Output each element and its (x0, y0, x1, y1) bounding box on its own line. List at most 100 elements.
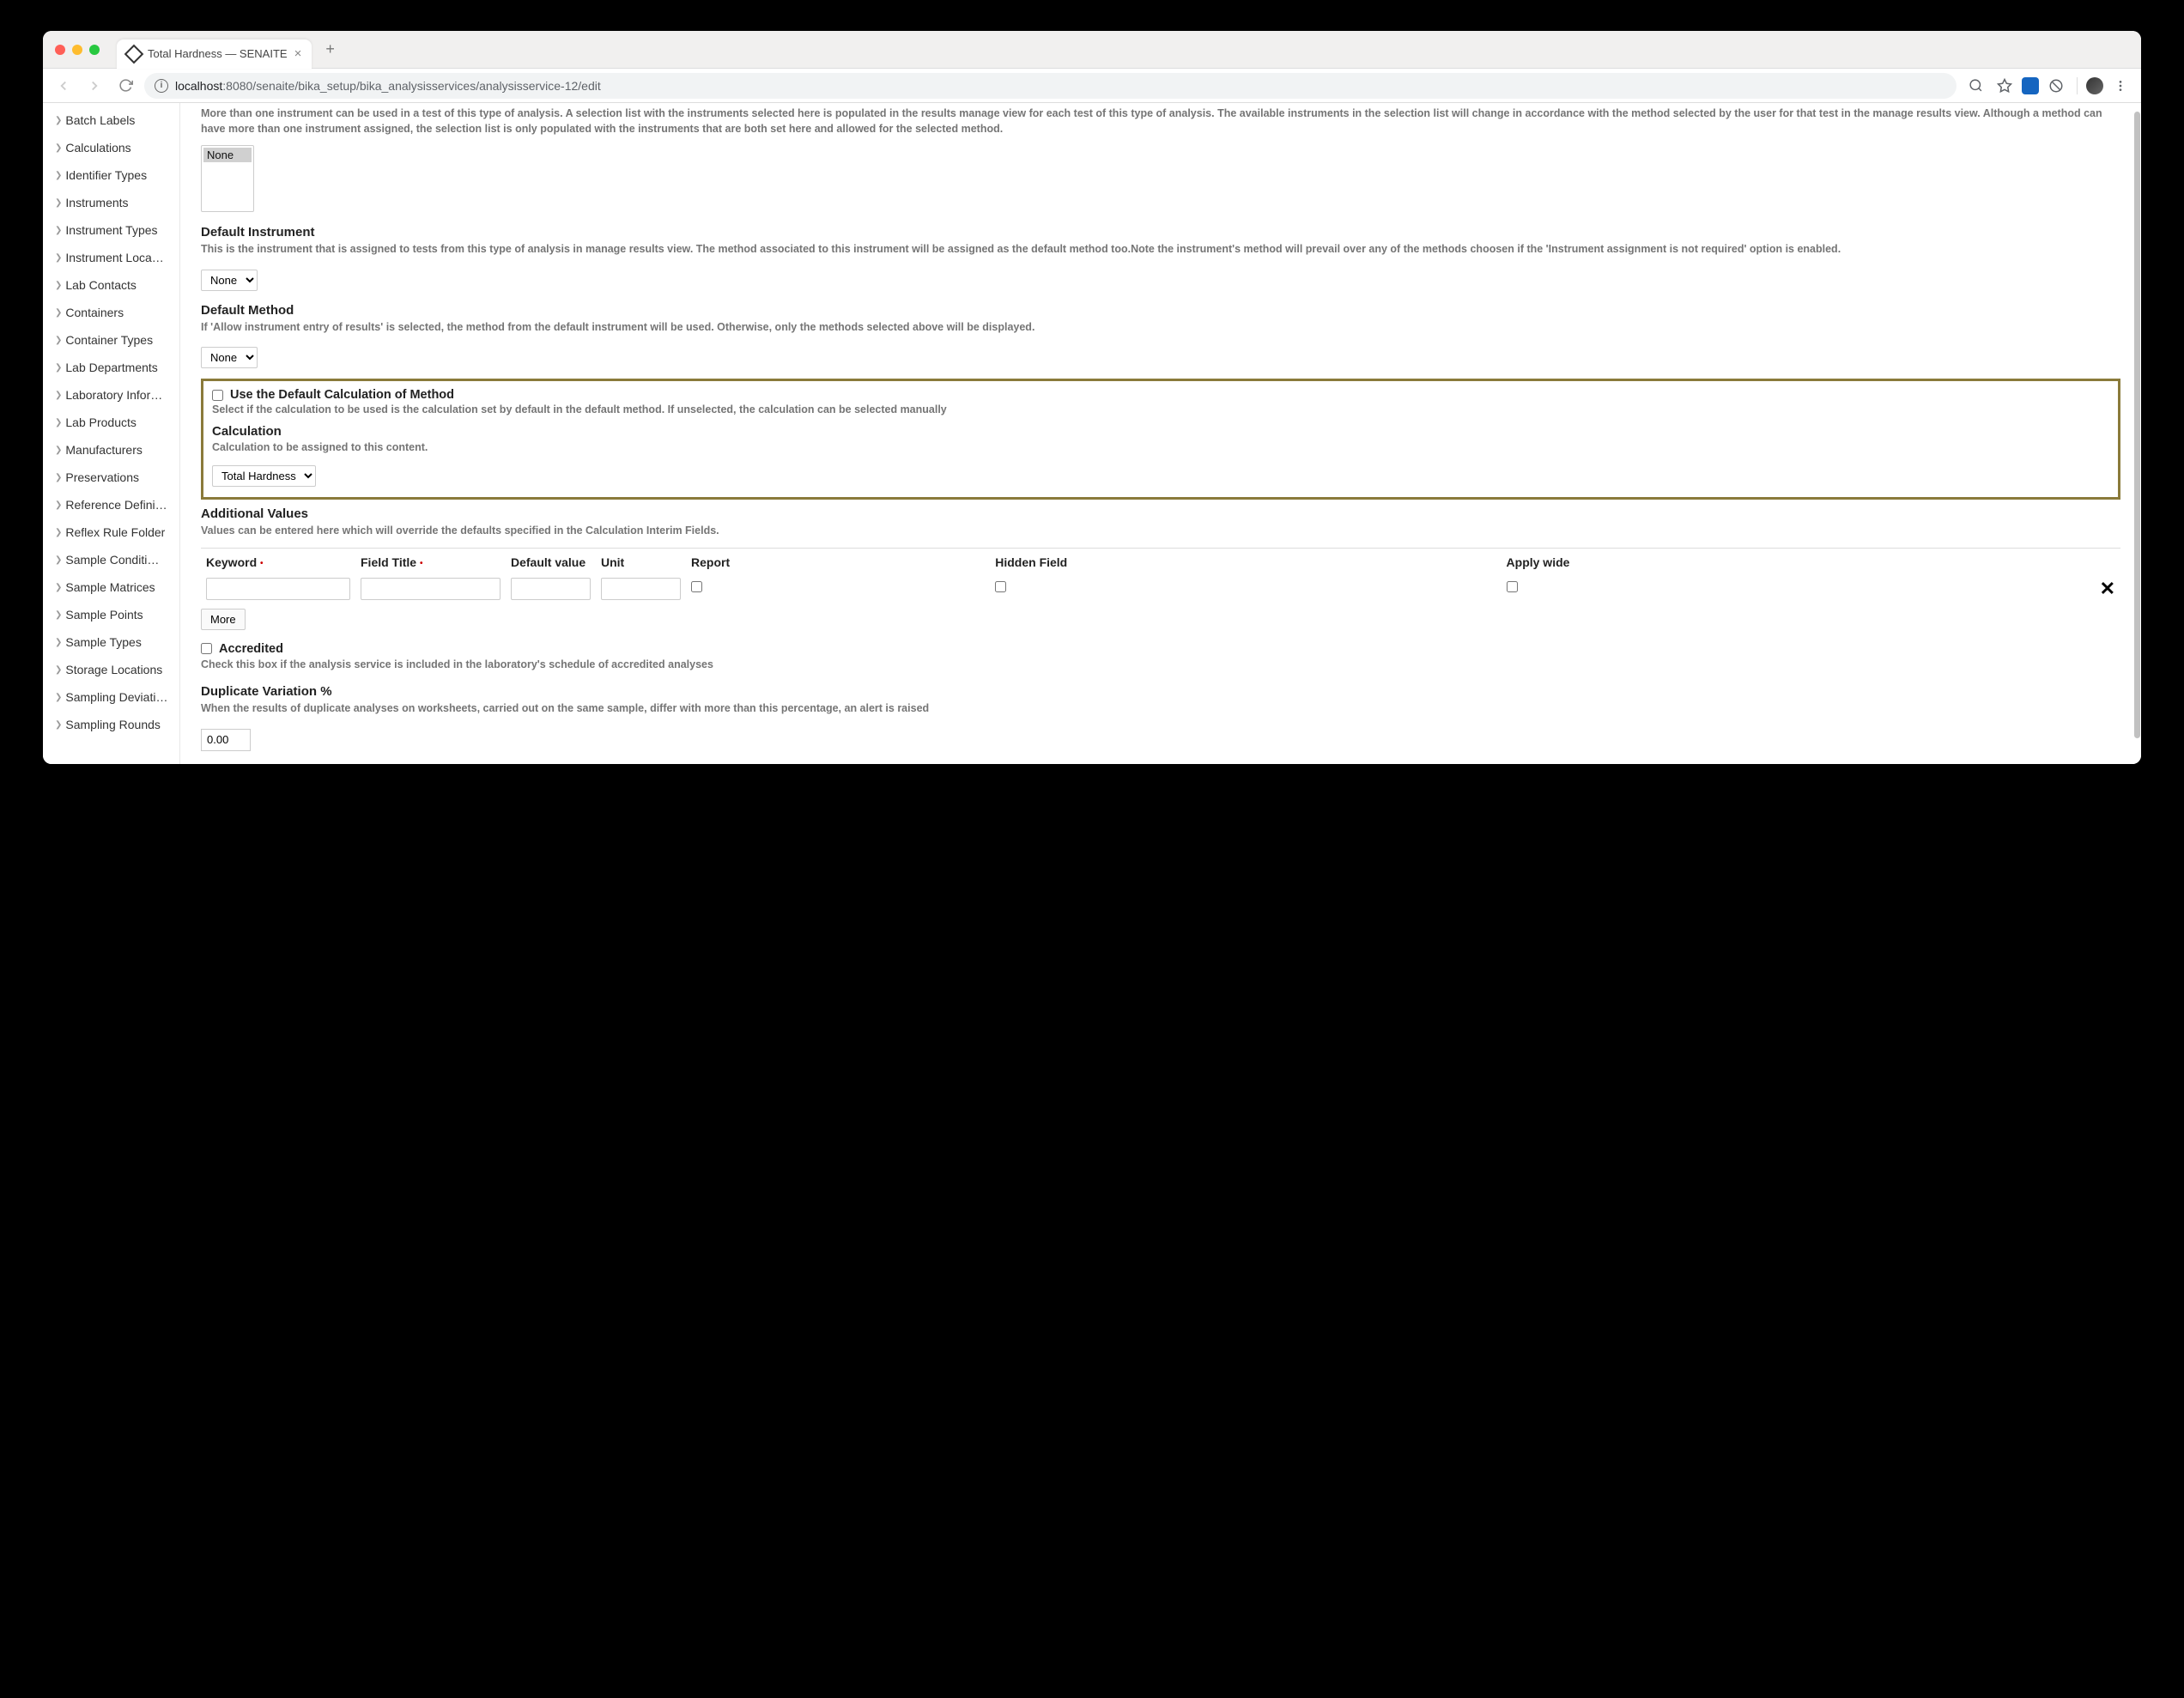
sidebar-item[interactable]: ❯Container Types (43, 326, 179, 354)
sidebar-item-label: Preservations (65, 470, 139, 484)
sidebar-item[interactable]: ❯Sample Conditi… (43, 546, 179, 573)
close-tab-button[interactable]: × (294, 46, 302, 61)
accredited-help: Check this box if the analysis service i… (201, 658, 2120, 673)
default-value-input[interactable] (511, 578, 591, 600)
col-unit: Unit (596, 549, 686, 574)
change-note-label: Change note (201, 763, 2120, 765)
sidebar-item-label: Lab Departments (65, 361, 157, 374)
sidebar-item[interactable]: ❯Preservations (43, 464, 179, 491)
instruments-help: More than one instrument can be used in … (201, 106, 2120, 136)
back-button[interactable] (52, 74, 76, 98)
browser-toolbar: i localhost:8080/senaite/bika_setup/bika… (43, 69, 2141, 103)
sidebar-item-label: Sampling Rounds (65, 718, 161, 731)
extension-icon-2[interactable] (2044, 74, 2068, 98)
additional-values-label: Additional Values (201, 506, 2120, 521)
sidebar-item[interactable]: ❯Sampling Deviati… (43, 683, 179, 711)
default-method-label: Default Method (201, 303, 2120, 318)
reload-button[interactable] (113, 74, 137, 98)
minimize-window-button[interactable] (72, 45, 82, 55)
sidebar-item-label: Containers (65, 306, 124, 319)
instruments-listbox[interactable]: None (201, 145, 254, 212)
sidebar-item[interactable]: ❯Sample Matrices (43, 573, 179, 601)
page-content: ❯Batch Labels❯Calculations❯Identifier Ty… (43, 103, 2141, 764)
chevron-right-icon: ❯ (55, 528, 62, 537)
sidebar: ❯Batch Labels❯Calculations❯Identifier Ty… (43, 103, 180, 764)
sidebar-item[interactable]: ❯Sample Points (43, 601, 179, 628)
sidebar-item[interactable]: ❯Instrument Loca… (43, 244, 179, 271)
keyword-input[interactable] (206, 578, 350, 600)
sidebar-item[interactable]: ❯Storage Locations (43, 656, 179, 683)
menu-button[interactable] (2108, 74, 2132, 98)
scrollbar[interactable] (2133, 103, 2140, 764)
delete-row-button[interactable]: ✕ (1958, 574, 2120, 603)
site-info-icon[interactable]: i (155, 79, 168, 93)
more-button[interactable]: More (201, 609, 246, 630)
bookmark-star-icon[interactable] (1993, 74, 2017, 98)
unit-input[interactable] (601, 578, 681, 600)
forward-button[interactable] (82, 74, 106, 98)
report-checkbox[interactable] (691, 581, 702, 592)
chevron-right-icon: ❯ (55, 308, 62, 318)
use-default-calc-checkbox[interactable] (212, 390, 223, 401)
sidebar-item[interactable]: ❯Reflex Rule Folder (43, 518, 179, 546)
additional-values-table: Keyword • Field Title • Default value Un… (201, 549, 2120, 603)
sidebar-item[interactable]: ❯Batch Labels (43, 106, 179, 134)
sidebar-item[interactable]: ❯Calculations (43, 134, 179, 161)
chevron-right-icon: ❯ (55, 555, 62, 565)
accredited-checkbox[interactable] (201, 643, 212, 654)
sidebar-item-label: Identifier Types (65, 168, 147, 182)
col-field-title: Field Title • (355, 549, 506, 574)
maximize-window-button[interactable] (89, 45, 100, 55)
default-instrument-select[interactable]: None (201, 270, 258, 291)
sidebar-item[interactable]: ❯Reference Defini… (43, 491, 179, 518)
sidebar-item-label: Sample Types (65, 635, 141, 649)
chevron-right-icon: ❯ (55, 638, 62, 647)
sidebar-item[interactable]: ❯Instruments (43, 189, 179, 216)
sidebar-item[interactable]: ❯Identifier Types (43, 161, 179, 189)
sidebar-item[interactable]: ❯Laboratory Infor… (43, 381, 179, 409)
col-report: Report (686, 549, 990, 574)
sidebar-item-label: Sample Matrices (65, 580, 155, 594)
sidebar-item[interactable]: ❯Lab Departments (43, 354, 179, 381)
sidebar-item[interactable]: ❯Lab Contacts (43, 271, 179, 299)
tab-title: Total Hardness — SENAITE (148, 47, 288, 60)
sidebar-item-label: Batch Labels (65, 113, 135, 127)
sidebar-item[interactable]: ❯Manufacturers (43, 436, 179, 464)
col-default-value: Default value (506, 549, 596, 574)
duplicate-input[interactable] (201, 729, 251, 751)
sidebar-item[interactable]: ❯Containers (43, 299, 179, 326)
sidebar-item-label: Instruments (65, 196, 128, 209)
extension-icon-1[interactable] (2022, 77, 2039, 94)
chevron-right-icon: ❯ (55, 610, 62, 620)
use-default-calc-label: Use the Default Calculation of Method (230, 388, 454, 402)
chevron-right-icon: ❯ (55, 143, 62, 153)
additional-values-help: Values can be entered here which will ov… (201, 524, 2120, 539)
sidebar-item-label: Sample Points (65, 608, 143, 622)
hidden-checkbox[interactable] (995, 581, 1006, 592)
chevron-right-icon: ❯ (55, 226, 62, 235)
field-title-input[interactable] (361, 578, 500, 600)
new-tab-button[interactable]: + (318, 37, 342, 62)
chevron-right-icon: ❯ (55, 363, 62, 373)
chevron-right-icon: ❯ (55, 473, 62, 482)
sidebar-item[interactable]: ❯Instrument Types (43, 216, 179, 244)
chevron-right-icon: ❯ (55, 171, 62, 180)
profile-avatar-icon[interactable] (2086, 77, 2103, 94)
sidebar-item[interactable]: ❯Sampling Rounds (43, 711, 179, 738)
address-bar[interactable]: i localhost:8080/senaite/bika_setup/bika… (144, 73, 1956, 99)
sidebar-item[interactable]: ❯Sample Types (43, 628, 179, 656)
sidebar-item-label: Instrument Loca… (65, 251, 163, 264)
col-apply-wide: Apply wide (1502, 549, 1959, 574)
sidebar-item-label: Laboratory Infor… (65, 388, 162, 402)
chevron-right-icon: ❯ (55, 391, 62, 400)
sidebar-item-label: Sample Conditi… (65, 553, 159, 567)
close-window-button[interactable] (55, 45, 65, 55)
col-keyword: Keyword • (201, 549, 355, 574)
scrollbar-thumb[interactable] (2134, 112, 2140, 738)
browser-tab[interactable]: Total Hardness — SENAITE × (117, 39, 312, 69)
apply-wide-checkbox[interactable] (1507, 581, 1518, 592)
zoom-icon[interactable] (1963, 74, 1987, 98)
sidebar-item[interactable]: ❯Lab Products (43, 409, 179, 436)
default-method-select[interactable]: None (201, 347, 258, 368)
calculation-select[interactable]: Total Hardness (212, 465, 316, 487)
